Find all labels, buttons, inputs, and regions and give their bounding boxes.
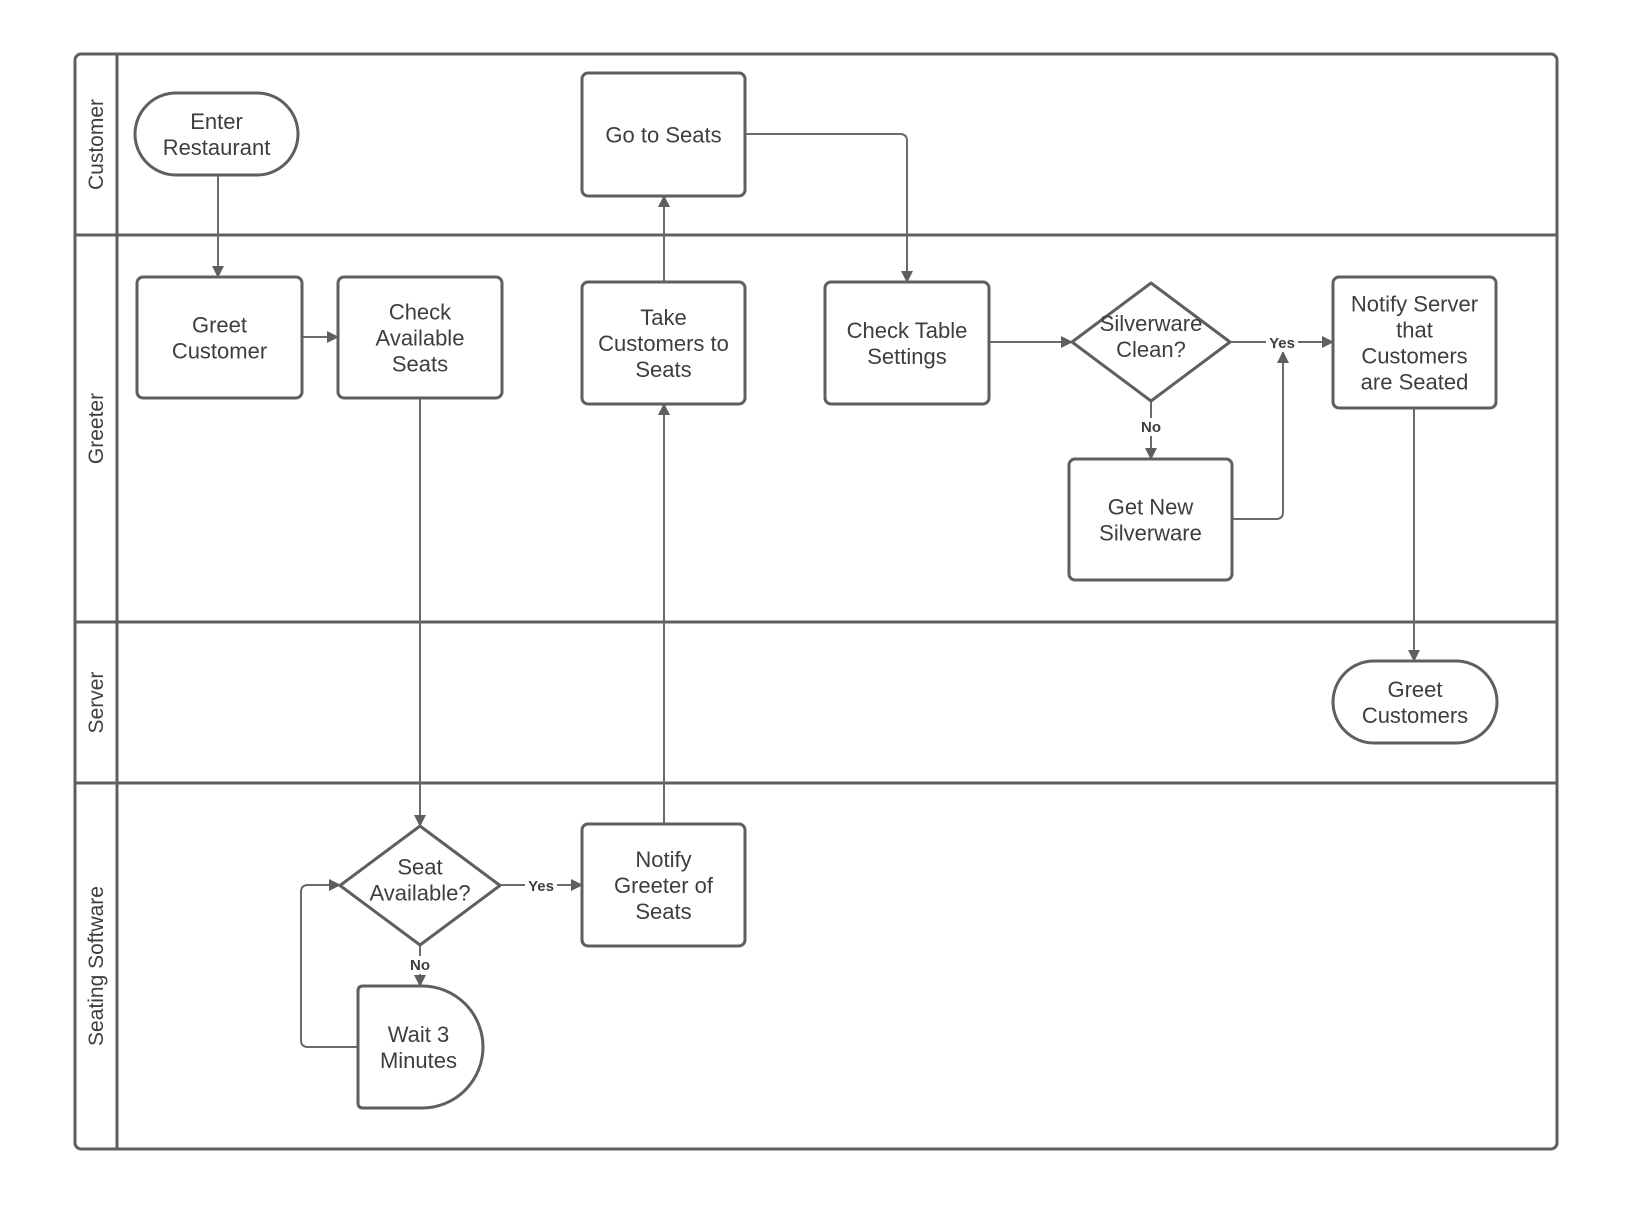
node-wait[interactable]: Wait 3Minutes (356, 984, 485, 1110)
delay-shape[interactable] (356, 984, 485, 1110)
node-text-line: Silverware (1099, 521, 1202, 546)
node-text-line: Wait 3 (388, 1022, 450, 1047)
connector-wait-to-seatavail[interactable] (300, 879, 358, 1048)
node-text-line: Seats (392, 352, 448, 377)
lane-label-customer: Customer (85, 99, 108, 190)
swimlane-diagram: Customer Greeter Server Seating Software En… (73, 52, 1559, 1151)
node-text-line: Notify (635, 847, 691, 872)
node-text-line: Check Table (847, 318, 968, 343)
node-text-line: Enter (190, 109, 243, 134)
node-text-line: Greet (1387, 677, 1442, 702)
node-text-line: are Seated (1361, 370, 1469, 395)
node-notifygreeter[interactable]: NotifyGreeter ofSeats (580, 822, 747, 948)
node-text-line: Available (376, 326, 465, 351)
node-seatavail[interactable]: SeatAvailable? (338, 824, 502, 947)
terminator-shape[interactable] (1331, 659, 1499, 745)
node-checktable[interactable]: Check TableSettings (823, 280, 991, 406)
node-text-line: Seats (635, 357, 691, 382)
node-text-line: Greeter of (614, 873, 714, 898)
node-text-line: Check (389, 300, 452, 325)
node-greetcust[interactable]: GreetCustomers (1331, 659, 1499, 745)
process-box[interactable] (135, 275, 304, 400)
lane-label-server: Server (85, 672, 108, 734)
edge-label-no: No (410, 957, 430, 974)
node-getnew[interactable]: Get NewSilverware (1067, 457, 1234, 582)
node-text-line: Greet (192, 313, 247, 338)
node-silverclean[interactable]: SilverwareClean? (1070, 281, 1232, 403)
node-text-line: Customers (1361, 344, 1467, 369)
node-text-line: Restaurant (163, 135, 271, 160)
pool-border (73, 52, 1559, 1151)
node-text-line: Customers to (598, 331, 729, 356)
node-checkavail[interactable]: CheckAvailableSeats (336, 275, 504, 400)
node-take[interactable]: TakeCustomers toSeats (580, 280, 747, 406)
node-text-line: that (1396, 318, 1433, 343)
process-box[interactable] (1067, 457, 1234, 582)
node-enter[interactable]: EnterRestaurant (133, 91, 300, 177)
node-text-line: Customer (172, 339, 267, 364)
node-text-line: Go to Seats (605, 123, 721, 148)
node-text-line: Seat (397, 855, 442, 880)
edge-label-no: No (1141, 419, 1161, 436)
node-goto[interactable]: Go to Seats (580, 71, 747, 198)
process-box[interactable] (823, 280, 991, 406)
node-text-line: Take (640, 305, 686, 330)
connector-goto-to-checktable[interactable] (745, 133, 913, 283)
node-greet[interactable]: GreetCustomer (135, 275, 304, 400)
node-text-line: Notify Server (1351, 292, 1478, 317)
connector-getnew-to-notifyserver[interactable] (1232, 351, 1289, 520)
node-text-line: Settings (867, 344, 947, 369)
edge-label-yes: Yes (1269, 335, 1295, 352)
node-notifyserver[interactable]: Notify ServerthatCustomersare Seated (1331, 275, 1498, 410)
node-text-line: Minutes (380, 1048, 457, 1073)
node-text-line: Customers (1362, 703, 1468, 728)
edge-label-yes: Yes (528, 878, 554, 895)
lane-label-greeter: Greeter (85, 393, 108, 464)
terminator-shape[interactable] (133, 91, 300, 177)
node-text-line: Get New (1108, 495, 1194, 520)
node-text-line: Available? (369, 881, 470, 906)
lane-label-seating: Seating Software (85, 886, 108, 1046)
node-text-line: Silverware (1100, 311, 1203, 336)
node-text-line: Seats (635, 899, 691, 924)
node-text-line: Clean? (1116, 337, 1186, 362)
